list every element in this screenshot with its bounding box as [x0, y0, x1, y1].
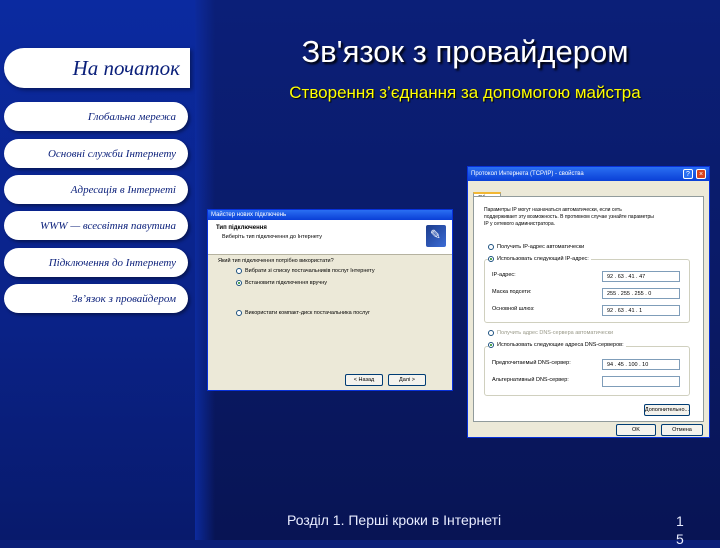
wizard-option-cd[interactable]: Використати компакт-диск постачальника п… — [236, 310, 370, 316]
radio-selected-icon — [488, 342, 494, 348]
wizard-icon — [426, 225, 446, 247]
ip-manual-label: Использовать следующий IP-адрес: — [497, 256, 589, 262]
gateway-label: Основной шлюз: — [492, 306, 535, 312]
wizard-option-label: Вибрати зі списку постачальників послуг … — [245, 268, 375, 274]
help-icon[interactable]: ? — [683, 169, 693, 179]
subnet-mask-field[interactable]: 255 . 255 . 255 . 0 — [602, 288, 680, 299]
wizard-header-text: Виберіть тип підключення до Інтернету — [222, 234, 322, 240]
dns-preferred-label: Предпочитаемый DNS-сервер: — [492, 360, 571, 366]
gateway-field[interactable]: 92 . 63 . 41 . 1 — [602, 305, 680, 316]
wizard-option-list[interactable]: Вибрати зі списку постачальників послуг … — [236, 268, 375, 274]
dns-manual-radio[interactable]: Использовать следующие адреса DNS-сервер… — [488, 342, 626, 348]
wizard-header-title: Тип підключення — [216, 225, 267, 231]
ip-auto-radio[interactable]: Получить IP-адрес автоматически — [488, 244, 584, 250]
dns-auto-radio[interactable]: Получить адрес DNS-сервера автоматически — [488, 330, 613, 336]
dns-preferred-field[interactable]: 94 . 45 . 100 . 10 — [602, 359, 680, 370]
radio-icon — [488, 330, 494, 336]
wizard-question: Який тип підключення потрібно використат… — [218, 258, 334, 264]
ip-manual-radio[interactable]: Использовать следующий IP-адрес: — [488, 256, 591, 262]
nav-item-provider[interactable]: Зв’язок з провайдером — [4, 284, 188, 313]
radio-icon — [488, 244, 494, 250]
wizard-header: Тип підключення Виберіть тип підключення… — [208, 220, 452, 255]
wizard-option-manual[interactable]: Встановити підключення вручну — [236, 280, 327, 286]
dns-manual-label: Использовать следующие адреса DNS-сервер… — [497, 342, 624, 348]
nav-item-www[interactable]: WWW — всесвітня павутина — [4, 211, 188, 240]
radio-icon — [236, 310, 242, 316]
page-number: 1 5 — [676, 513, 684, 547]
radio-selected-icon — [236, 280, 242, 286]
nav-item-addressing[interactable]: Адресація в Інтернеті — [4, 175, 188, 204]
connection-wizard-window: Майстер нових підключень Тип підключення… — [207, 209, 453, 391]
tcpip-title-text: Протокол Интернета (TCP/IP) - свойства — [471, 171, 584, 177]
radio-icon — [236, 268, 242, 274]
ip-auto-label: Получить IP-адрес автоматически — [497, 244, 585, 250]
tcpip-properties-window: Протокол Интернета (TCP/IP) - свойства ?… — [467, 166, 710, 438]
tcpip-general-pane: Параметры IP могут назначаться автоматич… — [473, 196, 704, 422]
dns-alternate-field[interactable] — [602, 376, 680, 387]
nav-home-button[interactable]: На початок — [4, 48, 190, 88]
wizard-next-button[interactable]: Далі > — [388, 374, 426, 386]
slide-subtitle: Створення з’єднання за допомогою майстра — [289, 83, 641, 102]
wizard-back-button[interactable]: < Назад — [345, 374, 383, 386]
nav-item-internet-services[interactable]: Основні служби Інтернету — [4, 139, 188, 168]
dns-alternate-label: Альтернативный DNS-сервер: — [492, 377, 569, 383]
close-icon[interactable]: × — [696, 169, 706, 179]
tcpip-description: Параметры IP могут назначаться автоматич… — [484, 207, 654, 227]
nav-item-connection[interactable]: Підключення до Інтернету — [4, 248, 188, 277]
nav-item-global-network[interactable]: Глобальна мережа — [4, 102, 188, 131]
dns-group — [484, 346, 690, 396]
tcpip-title-bar: Протокол Интернета (TCP/IP) - свойства ?… — [468, 167, 709, 181]
wizard-option-label: Встановити підключення вручну — [245, 280, 328, 286]
radio-selected-icon — [488, 256, 494, 262]
ok-button[interactable]: OK — [616, 424, 656, 436]
slide-title: Зв'язок з провайдером — [301, 34, 629, 69]
ip-address-label: IP-адрес: — [492, 272, 516, 278]
wizard-title-bar: Майстер нових підключень — [208, 210, 452, 220]
cancel-button[interactable]: Отмена — [661, 424, 703, 436]
advanced-button[interactable]: Дополнительно... — [644, 404, 690, 416]
dns-auto-label: Получить адрес DNS-сервера автоматически — [497, 330, 614, 336]
wizard-option-label: Використати компакт-диск постачальника п… — [245, 310, 370, 316]
subnet-mask-label: Маска подсети: — [492, 289, 532, 295]
slide-footer: Розділ 1. Перші кроки в Інтернеті — [287, 512, 502, 528]
ip-address-field[interactable]: 92 . 63 . 41 . 47 — [602, 271, 680, 282]
